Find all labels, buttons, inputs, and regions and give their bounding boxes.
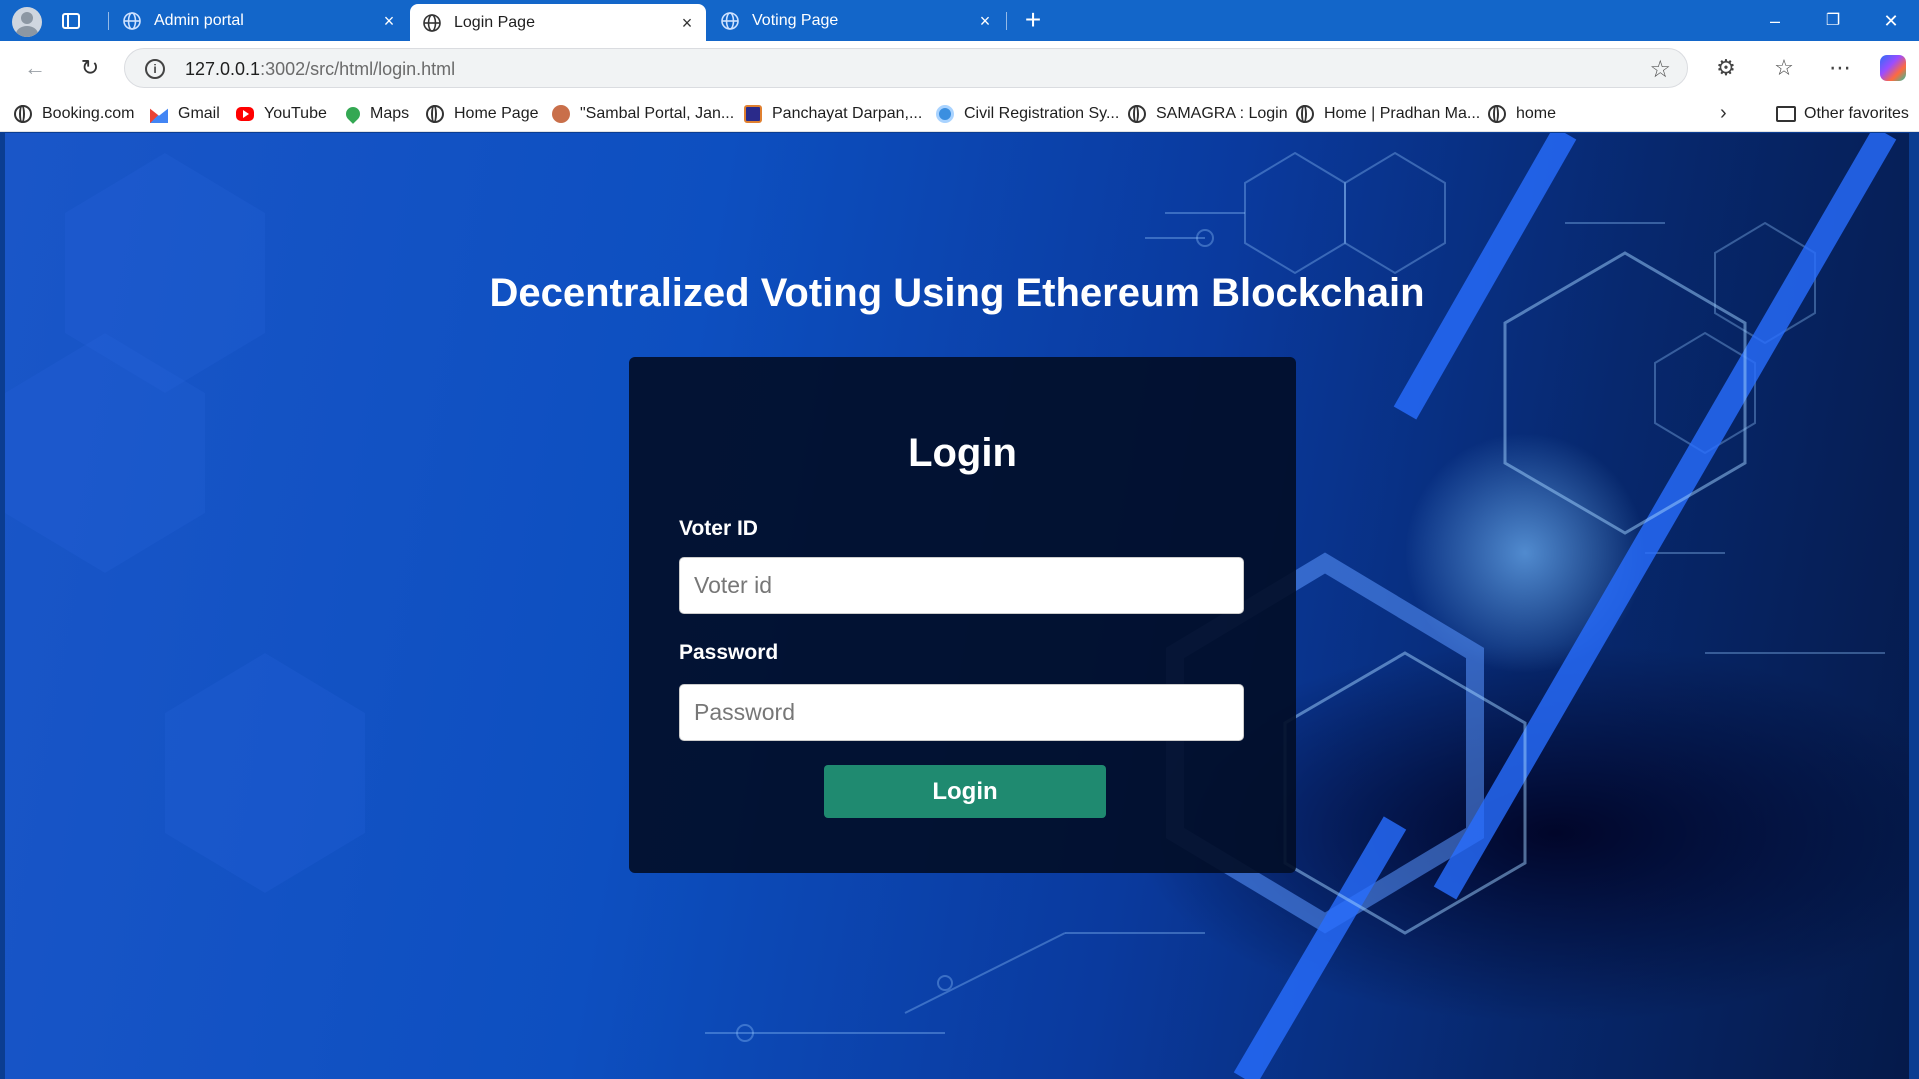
sambal-icon [552,105,570,123]
favorite-label: Other favorites [1804,105,1909,122]
address-bar[interactable]: i 127.0.0.1:3002/src/html/login.html ☆ [124,48,1688,88]
tab-label: Voting Page [752,11,839,29]
favorite-label: Panchayat Darpan,... [772,105,923,122]
favorites-bar: Booking.com Gmail YouTube Maps Home Page… [0,94,1919,132]
address-url[interactable]: 127.0.0.1:3002/src/html/login.html [185,59,455,80]
profile-avatar-icon[interactable] [12,7,42,37]
youtube-icon [236,107,254,121]
tab-separator [1006,12,1007,30]
close-tab-icon[interactable]: × [976,12,994,30]
tab-login-page[interactable]: Login Page × [410,4,706,41]
favorite-home[interactable]: home [1488,103,1556,125]
url-host: 127.0.0.1 [185,59,261,79]
copilot-icon[interactable] [1880,55,1906,81]
extensions-icon[interactable]: ⚙ [1712,54,1740,82]
favorite-panchayat-darpan[interactable]: Panchayat Darpan,... [744,103,922,125]
close-tab-icon[interactable]: × [380,12,398,30]
more-menu-icon[interactable]: ⋯ [1826,54,1854,82]
favorite-label: SAMAGRA : Login [1156,105,1288,122]
globe-icon [1488,105,1506,123]
globe-icon [721,11,739,30]
minimize-icon[interactable]: – [1762,8,1788,34]
favorite-sambal-portal[interactable]: "Sambal Portal, Jan... [552,103,734,125]
restore-icon[interactable]: ❐ [1820,8,1846,34]
favorite-pradhan-mantri[interactable]: Home | Pradhan Ma... [1296,103,1480,125]
browser-toolbar: ← ↻ i 127.0.0.1:3002/src/html/login.html… [0,41,1919,94]
globe-icon [14,105,32,123]
other-favorites[interactable]: Other favorites [1776,103,1909,125]
favorites-icon[interactable]: ☆ [1770,54,1798,82]
reload-icon[interactable]: ↻ [75,53,105,83]
globe-icon [1128,105,1146,123]
favorite-label: Civil Registration Sy... [964,105,1120,122]
tab-actions-icon[interactable] [60,10,82,32]
site-info-icon[interactable]: i [145,59,165,79]
close-tab-icon[interactable]: × [678,14,696,32]
back-arrow-icon[interactable]: ← [20,53,50,83]
tab-label: Login Page [454,13,535,31]
tab-label: Admin portal [154,11,244,29]
voter-id-label: Voter ID [679,517,758,540]
login-heading: Login [908,431,1017,475]
tab-admin-portal[interactable]: Admin portal × [110,0,408,41]
favorite-label: "Sambal Portal, Jan... [580,105,735,122]
panchayat-icon [744,105,762,123]
favorite-label: Maps [370,105,410,122]
tab-separator [108,12,109,30]
favorite-home-page[interactable]: Home Page [426,103,539,125]
favorite-star-icon[interactable]: ☆ [1649,55,1671,84]
page-title: Decentralized Voting Using Ethereum Bloc… [489,271,1425,315]
new-tab-icon[interactable]: + [1020,6,1046,34]
favorite-civil-registration[interactable]: Civil Registration Sy... [936,103,1119,125]
globe-icon [123,11,141,30]
globe-icon [1296,105,1314,123]
close-window-icon[interactable]: ✕ [1878,8,1904,34]
globe-icon [423,13,441,32]
maps-icon [343,104,363,124]
voter-id-input[interactable] [679,557,1244,614]
favorite-maps[interactable]: Maps [343,103,410,125]
favorite-gmail[interactable]: Gmail [150,103,220,125]
password-input[interactable] [679,684,1244,741]
favorite-samagra-login[interactable]: SAMAGRA : Login [1128,103,1288,125]
favorite-label: Home | Pradhan Ma... [1324,105,1481,122]
chevron-right-icon[interactable]: › [1720,102,1727,125]
favorite-label: home [1516,105,1557,122]
favorite-booking[interactable]: Booking.com [14,103,135,125]
login-button[interactable]: Login [824,765,1106,818]
favorite-label: Home Page [454,105,539,122]
gmail-icon [150,108,168,123]
globe-icon [426,105,444,123]
tab-strip: Admin portal × Login Page × Voting Page … [0,0,1919,41]
favorite-youtube[interactable]: YouTube [236,103,327,125]
civil-icon [936,105,954,123]
favorite-label: Gmail [178,105,220,122]
login-card: Login Voter ID Password Login [629,357,1296,873]
page-viewport: Decentralized Voting Using Ethereum Bloc… [5,133,1909,1079]
favorite-label: Booking.com [42,105,135,122]
password-label: Password [679,641,779,664]
url-path: :3002/src/html/login.html [260,59,456,79]
tab-voting-page[interactable]: Voting Page × [708,0,1004,41]
favorite-label: YouTube [264,105,327,122]
folder-icon [1776,106,1796,122]
